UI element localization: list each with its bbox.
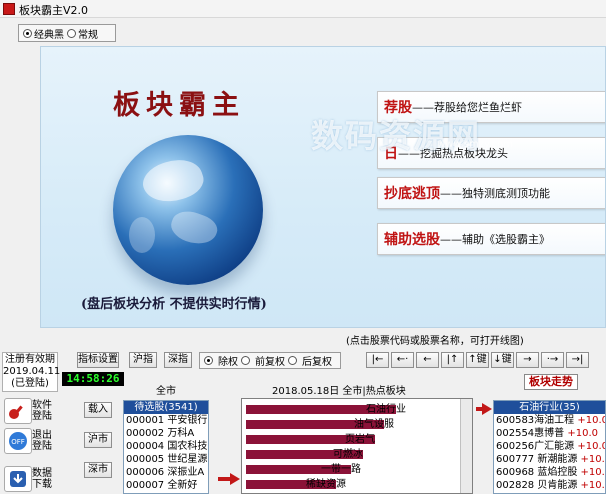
registration-date: 2019.04.11 [3, 366, 61, 377]
nav-down-button[interactable]: ↓键 [491, 352, 514, 368]
registration-status: (已登陆) [11, 378, 49, 389]
stock-change-pct: +10.0 [574, 415, 605, 426]
hot-sector-bar-chart[interactable]: 石油行业油气设服页岩气可燃冰一带一路稀缺资源 [241, 398, 473, 494]
stock-name: 600968 蓝焰控股 [496, 467, 578, 478]
clock-display: 14:58:26 [62, 372, 124, 386]
load-button[interactable]: 载入 [84, 402, 112, 418]
sh-market-button[interactable]: 沪市 [84, 432, 112, 448]
feature-desc: ——辅助《选股霸主》 [440, 233, 550, 246]
list-item[interactable]: 600777 新潮能源 +10.0 [494, 453, 605, 466]
stock-change-pct: +10.0 [580, 480, 605, 491]
stock-change-pct: +10.0 [580, 467, 605, 478]
index-setting-button[interactable]: 指标设置 [77, 352, 119, 368]
nav-next-button[interactable]: → [516, 352, 539, 368]
chart-bar-label: 油气设服 [354, 419, 394, 430]
window-title: 板块霸主V2.0 [19, 4, 89, 17]
stock-change-pct: +10.0 [574, 441, 605, 452]
weight-radio-exright[interactable] [204, 356, 213, 365]
stock-name: 002554惠博普 [496, 428, 565, 439]
chart-header: 2018.05.18日 全市|热点板块 [272, 386, 406, 397]
nav-up-button[interactable]: ↑键 [466, 352, 489, 368]
watermark: 数码资源网 [311, 117, 482, 155]
nav-top-button[interactable]: |↑ [441, 352, 464, 368]
banner-title: 板块霸主 [113, 90, 245, 121]
list-item[interactable]: 000002 万科A [124, 427, 208, 440]
weight-radio-group: 除权 前复权 后复权 [199, 352, 341, 369]
arrow-right-icon [482, 403, 492, 415]
watermark-url: www.smzy.com [437, 139, 514, 150]
download-button[interactable] [4, 466, 32, 492]
feature-assist: 辅助选股 ——辅助《选股霸主》 [377, 223, 605, 255]
chart-bar-label: 稀缺资源 [306, 479, 346, 490]
stock-list-header: 待选股(3541) [124, 401, 208, 414]
globe-logo-icon [113, 135, 263, 285]
market-label: 全市 [156, 386, 176, 397]
nav-last-button[interactable]: →| [566, 352, 589, 368]
stock-name: 600583海油工程 [496, 415, 575, 426]
theme-radio-normal[interactable] [67, 28, 76, 38]
list-item[interactable]: 000001 平安银行 [124, 414, 208, 427]
nav-first-button[interactable]: |← [366, 352, 389, 368]
list-item[interactable]: 000007 全新好 [124, 479, 208, 492]
feature-heading: 抄底逃顶 [384, 186, 440, 202]
download-icon [10, 471, 26, 487]
app-icon [3, 3, 15, 15]
list-item[interactable]: 600583海油工程 +10.0 [494, 414, 605, 427]
feature-desc: ——独特测底测顶功能 [440, 187, 550, 200]
sz-market-button[interactable]: 深市 [84, 462, 112, 478]
nav-prev-button[interactable]: ← [416, 352, 439, 368]
chart-scrollbar[interactable] [460, 399, 472, 493]
nav-next-page-button[interactable]: ·→ [541, 352, 564, 368]
chart-bar-label: 一带一路 [321, 464, 361, 475]
feature-heading: 辅助选股 [384, 232, 440, 248]
nav-prev-page-button[interactable]: ←· [391, 352, 414, 368]
download-label: 数据 下载 [32, 468, 52, 490]
chart-bar-label: 页岩气 [345, 434, 375, 445]
list-item[interactable]: 000004 国农科技 [124, 440, 208, 453]
logout-button[interactable]: OFF [4, 428, 32, 454]
stock-change-pct: +10.0 [564, 428, 599, 439]
banner-note: (盘后板块分析 不提供实时行情) [81, 297, 267, 312]
list-item[interactable]: 000006 深振业A [124, 466, 208, 479]
login-button[interactable] [4, 398, 32, 424]
sector-stock-list[interactable]: 石油行业(35) 600583海油工程 +10.0 002554惠博普 +10.0… [493, 400, 606, 494]
stock-change-pct: +10.0 [580, 454, 605, 465]
list-item[interactable]: 002828 贝肯能源 +10.0 [494, 479, 605, 492]
splash-banner: 板块霸主 (盘后板块分析 不提供实时行情) 荐股 ——荐股给您烂鱼烂虾 日 ——挖掘… [40, 46, 606, 328]
theme-radio-classic[interactable] [23, 28, 32, 38]
stock-name: 600777 新潮能源 [496, 454, 578, 465]
sector-list-header: 石油行业(35) [494, 401, 605, 414]
stock-name: 002828 贝肯能源 [496, 480, 578, 491]
weight-label: 后复权 [302, 357, 332, 368]
feature-bottom-top: 抄底逃顶 ——独特测底测顶功能 [377, 177, 605, 209]
theme-radio-group: 经典黑 常规 [18, 24, 116, 42]
login-label: 软件 登陆 [32, 400, 52, 422]
arrow-right-icon [230, 473, 240, 485]
registration-box: 注册有效期 2019.04.11 (已登陆) [2, 352, 61, 392]
stock-name: 600256广汇能源 [496, 441, 575, 452]
sz-index-button[interactable]: 深指 [164, 352, 192, 368]
chart-bar-label: 石油行业 [366, 404, 406, 415]
logout-label: 退出 登陆 [32, 430, 52, 452]
candidate-stock-list[interactable]: 待选股(3541) 000001 平安银行 000002 万科A 000004 … [123, 400, 209, 494]
list-item[interactable]: 600968 蓝焰控股 +10.0 [494, 466, 605, 479]
list-item[interactable]: 002554惠博普 +10.0 [494, 427, 605, 440]
hint-text: (点击股票代码或股票名称，可打开线图) [346, 336, 524, 347]
weight-label: 除权 [218, 357, 238, 368]
weight-radio-backward[interactable] [288, 356, 297, 365]
key-icon [9, 405, 23, 419]
chart-bar-label: 可燃冰 [333, 449, 363, 460]
theme-option-normal-label: 常规 [78, 29, 98, 41]
theme-option-classic-label: 经典黑 [34, 29, 64, 41]
list-item[interactable]: 600256广汇能源 +10.0 [494, 440, 605, 453]
sh-index-button[interactable]: 沪指 [129, 352, 157, 368]
list-item[interactable]: 000005 世纪星源 [124, 453, 208, 466]
power-off-icon: OFF [9, 432, 27, 450]
title-bar: 板块霸主V2.0 [0, 0, 606, 18]
sector-trend-button[interactable]: 板块走势 [524, 374, 578, 390]
weight-radio-forward[interactable] [241, 356, 250, 365]
registration-line1: 注册有效期 [5, 354, 55, 365]
svg-text:OFF: OFF [11, 438, 25, 446]
weight-label: 前复权 [255, 357, 285, 368]
